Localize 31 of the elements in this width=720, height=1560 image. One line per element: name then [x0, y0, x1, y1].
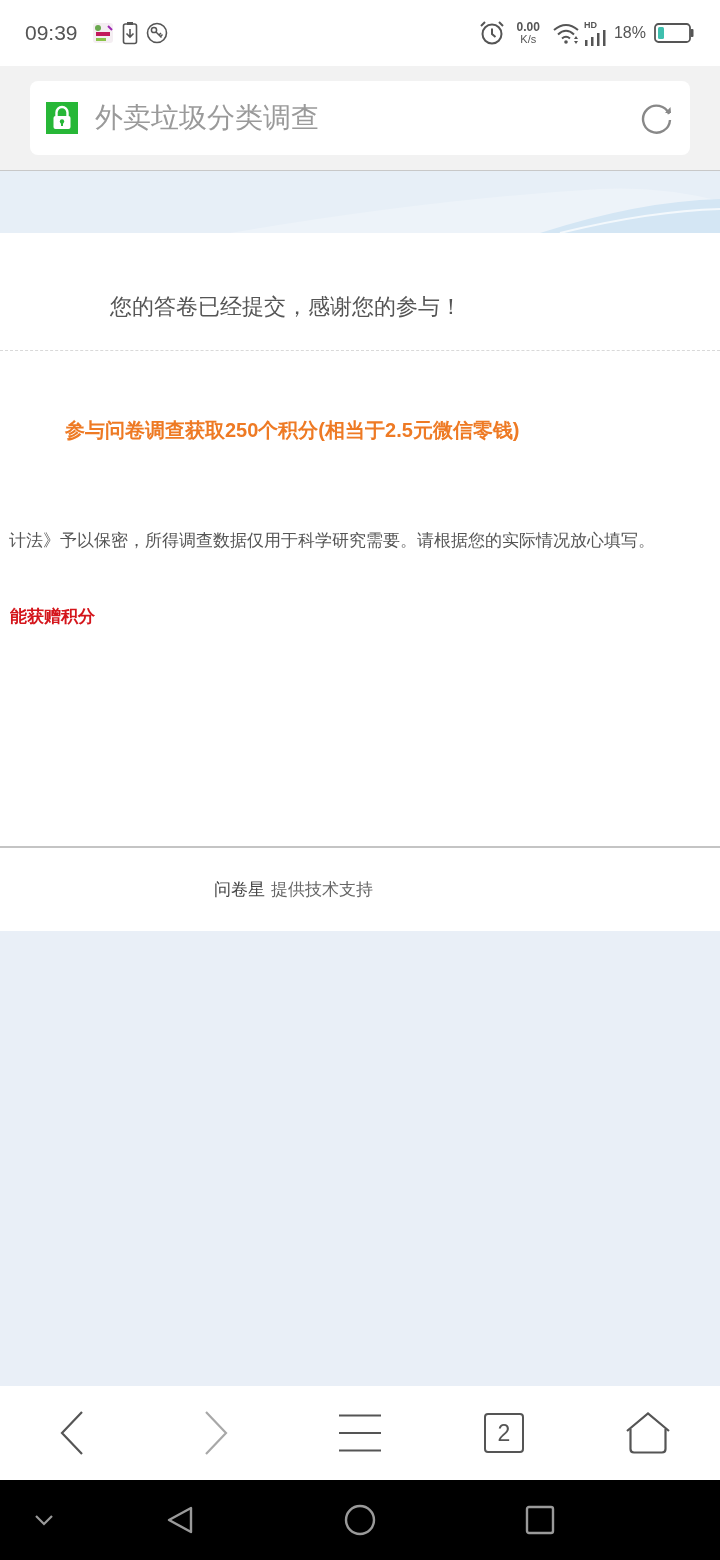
- reload-button[interactable]: [640, 101, 674, 135]
- reload-icon: [640, 101, 674, 135]
- app-notification-icon: [91, 22, 114, 44]
- triangle-back-icon: [166, 1505, 194, 1535]
- home-icon: [626, 1412, 670, 1454]
- chevron-down-icon: [34, 1514, 54, 1526]
- privacy-note: 计法》予以保密，所得调查数据仅用于科学研究需要。请根据您的实际情况放心填写。: [9, 531, 656, 551]
- status-time: 09:39: [25, 21, 78, 45]
- chevron-left-icon: [60, 1411, 84, 1455]
- battery-percentage: 18%: [613, 24, 646, 42]
- chevron-right-icon: [204, 1411, 228, 1455]
- credit-text: 提供技术支持: [271, 879, 373, 900]
- reward-text: 参与问卷调查获取250个积分(相当于2.5元微信零钱): [65, 419, 521, 441]
- circle-home-icon: [344, 1504, 376, 1536]
- alarm-clock-icon: [478, 20, 505, 46]
- network-type-label: HD: [583, 20, 597, 30]
- network-speed-unit: K/s: [520, 33, 537, 45]
- menu-icon: [339, 1414, 381, 1452]
- submission-message: 您的答卷已经提交，感谢您的参与！: [110, 295, 463, 319]
- points-note: 能获赠积分: [10, 607, 96, 627]
- key-icon: [145, 22, 168, 44]
- signal-icon: [583, 30, 606, 46]
- tabs-button[interactable]: 2: [484, 1413, 524, 1453]
- clipboard-icon: [121, 21, 138, 45]
- network-speed: 0.00: [516, 21, 540, 33]
- wifi-icon: [551, 22, 580, 44]
- page-title: 外卖垃圾分类调查: [95, 102, 320, 134]
- brand-link[interactable]: 问卷星: [214, 879, 265, 900]
- square-recents-icon: [525, 1505, 555, 1535]
- battery-icon: [654, 23, 694, 43]
- lock-icon: [46, 102, 78, 134]
